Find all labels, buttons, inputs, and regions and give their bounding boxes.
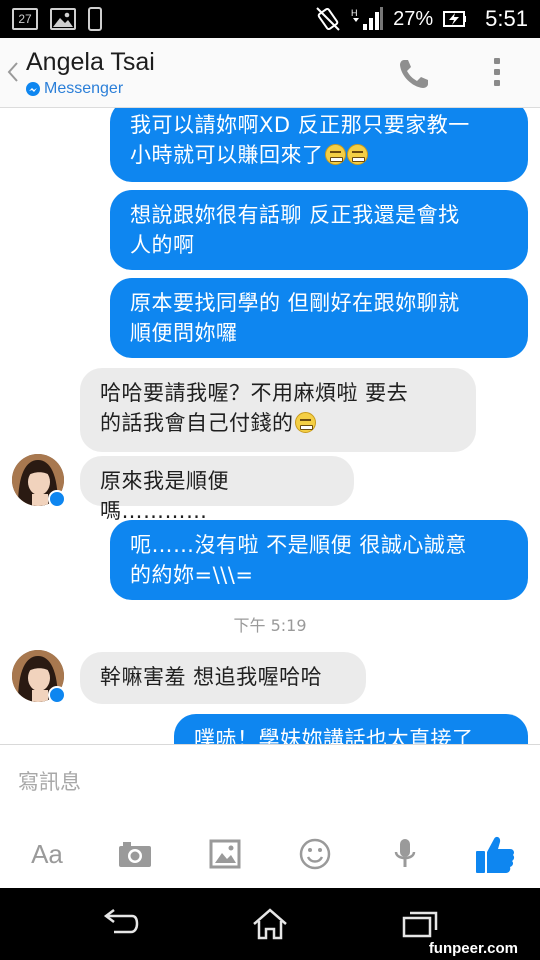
text-format-button[interactable]: Aa (26, 831, 68, 877)
chevron-left-icon[interactable] (6, 60, 20, 84)
signal-icon: H (351, 7, 384, 30)
message-line: 我可以請妳啊XD 反正那只要家教一 (130, 113, 470, 137)
camera-button[interactable] (114, 831, 156, 877)
home-icon[interactable] (250, 906, 290, 942)
recents-icon[interactable] (400, 906, 440, 942)
message-line: 的話我會自己付錢的 (100, 408, 456, 438)
outgoing-message[interactable]: 原本要找同學的 但剛好在跟妳聊就 順便問妳囉 (110, 278, 528, 358)
emoji-button[interactable] (294, 831, 336, 877)
message-timestamp: 下午 5:19 (233, 616, 307, 635)
gallery-button[interactable] (204, 831, 246, 877)
battery-charging-icon (443, 11, 467, 27)
message-line: 小時就可以賺回來了 (130, 140, 508, 170)
microphone-icon (394, 839, 416, 867)
voice-button[interactable] (384, 831, 426, 877)
svg-text:H: H (351, 8, 358, 18)
more-vert-icon[interactable] (492, 58, 502, 92)
grimace-emoji-icon (294, 412, 316, 433)
incoming-message[interactable]: 哈哈要請我喔？不用麻煩啦 要去 的話我會自己付錢的 (80, 368, 476, 452)
messenger-icon (26, 82, 40, 96)
message-line: 呃……沒有啦 不是順便 很誠心誠意 (130, 533, 467, 557)
calendar-notification-icon: 27 (12, 8, 38, 30)
message-input[interactable] (18, 767, 518, 797)
outgoing-message[interactable]: 我可以請妳啊XD 反正那只要家教一 小時就可以賺回來了 (110, 108, 528, 182)
incoming-message[interactable]: 幹嘛害羞 想追我喔哈哈 (80, 652, 366, 704)
status-bar: 27 H 27% 5:51 (0, 0, 540, 38)
thumbs-up-icon (476, 836, 515, 873)
camera-icon (119, 842, 151, 867)
messenger-badge-icon (48, 686, 66, 704)
message-line: 想說跟妳很有話聊 反正我還是會找 (130, 203, 460, 227)
message-line: 幹嘛害羞 想追我喔哈哈 (100, 665, 323, 689)
like-button[interactable] (472, 831, 518, 877)
vibrate-icon (316, 7, 340, 31)
message-line: 順便問妳囉 (130, 321, 238, 345)
smiley-icon (299, 838, 331, 870)
message-line: 人的啊 (130, 233, 195, 257)
system-navigation-bar: funpeer.com (0, 888, 540, 960)
contact-avatar[interactable] (12, 650, 66, 704)
message-list[interactable]: 我可以請妳啊XD 反正那只要家教一 小時就可以賺回來了 想說跟妳很有話聊 反正我… (0, 108, 540, 744)
conversation-header: Angela Tsai Messenger (0, 38, 540, 108)
composer-toolbar: Aa (0, 831, 540, 877)
image-icon (209, 839, 241, 869)
messenger-badge-icon (48, 490, 66, 508)
message-line: 的約妳=\\\= (130, 563, 254, 587)
battery-percent: 27% (393, 7, 434, 30)
clock: 5:51 (485, 6, 528, 31)
incoming-message[interactable]: 原來我是順便嗎………… (80, 456, 354, 523)
watermark: funpeer.com (428, 940, 518, 957)
messenger-label: Messenger (44, 80, 124, 97)
outgoing-message[interactable]: 噗哧！學妹妳講話也太直接了 (174, 714, 528, 744)
grimace-emoji-icon (324, 144, 346, 165)
contact-avatar[interactable] (12, 454, 66, 508)
composer: Aa (0, 744, 540, 888)
contact-name[interactable]: Angela Tsai (26, 48, 155, 77)
outgoing-message[interactable]: 呃……沒有啦 不是順便 很誠心誠意 的約妳=\\\= (110, 520, 528, 600)
message-line: 噗哧！學妹妳講話也太直接了 (194, 727, 474, 744)
message-line: 哈哈要請我喔？不用麻煩啦 要去 (100, 381, 409, 405)
gallery-notification-icon (50, 8, 76, 30)
app-label-row: Messenger (26, 80, 123, 98)
phone-icon[interactable] (396, 56, 432, 92)
back-icon[interactable] (100, 906, 140, 942)
device-notification-icon (88, 7, 102, 31)
outgoing-message[interactable]: 想說跟妳很有話聊 反正我還是會找 人的啊 (110, 190, 528, 270)
message-line: 原來我是順便嗎………… (100, 469, 229, 523)
message-line: 原本要找同學的 但剛好在跟妳聊就 (130, 291, 460, 315)
grimace-emoji-icon (346, 144, 368, 165)
